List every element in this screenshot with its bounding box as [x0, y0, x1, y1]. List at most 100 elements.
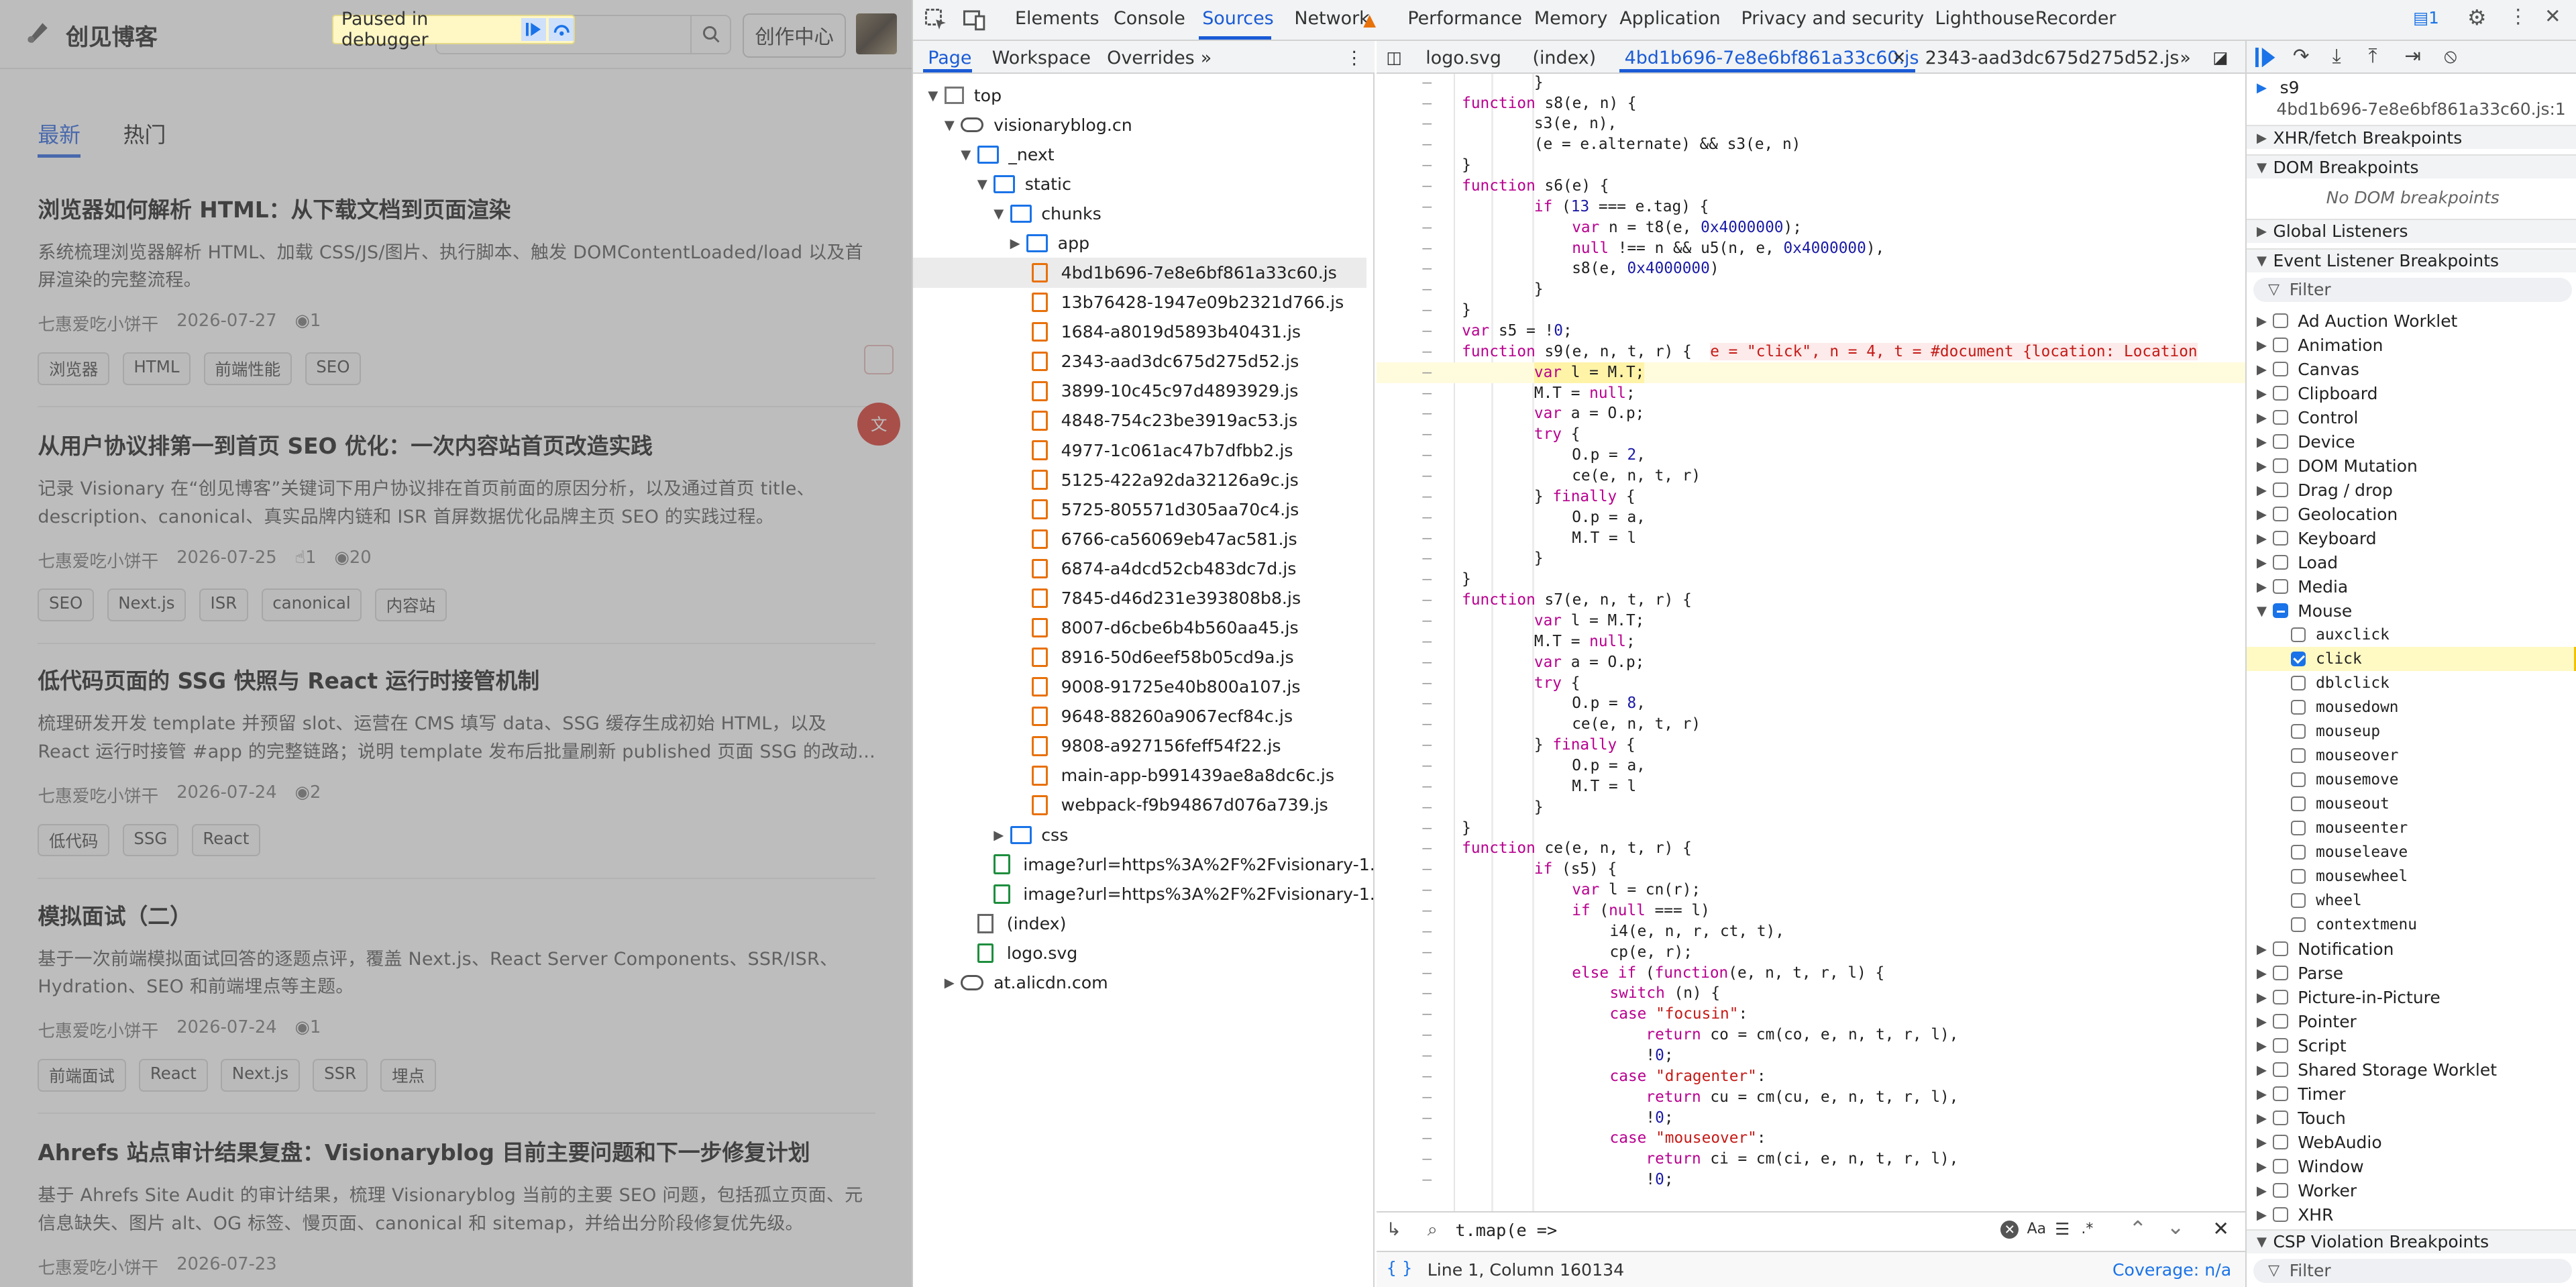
tree-item-image[interactable]: image?url=https%3A%2F%2Fvisionary-1... — [994, 879, 1373, 909]
tree-item-file[interactable]: 2343-aad3dc675d275d52.js — [1010, 347, 1299, 376]
event-breakpoint-dblclick[interactable]: dblclick — [2247, 671, 2576, 695]
category-checkbox[interactable] — [2273, 386, 2288, 401]
event-breakpoint-mousedown[interactable]: mousedown — [2247, 695, 2576, 719]
more-options-icon[interactable]: ⋮ — [2508, 5, 2528, 28]
event-category[interactable]: ▶ DOM Mutation — [2247, 454, 2576, 478]
next-match-icon[interactable]: ⌄ — [2167, 1214, 2185, 1239]
event-category[interactable]: ▶ Geolocation — [2247, 502, 2576, 526]
tree-item-next[interactable]: ▼ _next — [961, 140, 1054, 169]
step-into-icon[interactable]: ⤓ — [2332, 44, 2341, 68]
tab-recorder[interactable]: Recorder — [2035, 8, 2116, 29]
category-checkbox[interactable] — [2273, 531, 2288, 546]
category-checkbox[interactable] — [2273, 1086, 2288, 1102]
resume-icon[interactable] — [2255, 48, 2277, 68]
event-checkbox[interactable] — [2291, 676, 2306, 691]
file-tab[interactable]: (index) — [1532, 48, 1596, 68]
category-checkbox[interactable] — [2273, 941, 2288, 957]
event-category[interactable]: ▶ XHR — [2247, 1202, 2576, 1227]
event-breakpoint-mouseup[interactable]: mouseup — [2247, 719, 2576, 743]
section-event-listener-breakpoints[interactable]: ▼ Event Listener Breakpoints — [2247, 248, 2576, 272]
tab-memory[interactable]: Memory — [1534, 8, 1608, 29]
step-icon[interactable]: ⇥ — [2404, 44, 2421, 67]
event-checkbox[interactable] — [2291, 869, 2306, 884]
file-tab[interactable]: 2343-aad3dc675d275d52.js — [1925, 48, 2180, 68]
call-frame-current[interactable]: ▶ s9 — [2247, 76, 2576, 100]
call-frame-location[interactable]: 4bd1b696-7e8e6bf861a33c60.js:1 — [2247, 97, 2576, 121]
category-checkbox[interactable] — [2273, 1135, 2288, 1150]
file-tab-active[interactable]: 4bd1b696-7e8e6bf861a33c60.js — [1625, 48, 1919, 68]
csp-filter-input[interactable]: ▽ Filter — [2253, 1258, 2573, 1283]
tab-workspace[interactable]: Workspace — [992, 48, 1091, 68]
previous-match-icon[interactable]: ⌃ — [2129, 1216, 2147, 1241]
event-checkbox[interactable] — [2291, 821, 2306, 836]
tree-item-file[interactable]: 8007-d6cbe6b4b560aa45.js — [1010, 613, 1299, 642]
tree-item-file[interactable]: 3899-10c45c97d4893929.js — [1010, 376, 1298, 406]
coverage-status[interactable]: Coverage: n/a — [2112, 1260, 2231, 1280]
toggle-navigator-icon[interactable]: ◫ — [1386, 48, 1401, 67]
event-category[interactable]: ▶ Picture-in-Picture — [2247, 985, 2576, 1009]
tab-network[interactable]: Network — [1294, 8, 1369, 29]
toggle-debugger-icon[interactable]: ◪ — [2212, 48, 2228, 67]
find-input[interactable]: t.map(e => — [1455, 1221, 1557, 1240]
tree-item-file[interactable]: 9808-a927156feff54f22.js — [1010, 731, 1281, 761]
tree-item-domain[interactable]: ▼ visionaryblog.cn — [945, 110, 1132, 140]
regex-toggle[interactable]: .* — [2081, 1221, 2093, 1237]
category-checkbox[interactable] — [2273, 507, 2288, 522]
event-category[interactable]: ▶ Canvas — [2247, 357, 2576, 381]
category-checkbox[interactable] — [2273, 1207, 2288, 1223]
category-checkbox[interactable] — [2273, 966, 2288, 981]
tab-console[interactable]: Console — [1114, 8, 1185, 29]
tree-item-cdn[interactable]: ▶ at.alicdn.com — [945, 968, 1108, 997]
tab-sources[interactable]: Sources — [1202, 8, 1274, 29]
event-category[interactable]: ▶ Load — [2247, 550, 2576, 574]
category-checkbox[interactable] — [2273, 1111, 2288, 1126]
clear-search-icon[interactable]: ✕ — [2000, 1221, 2019, 1239]
event-category[interactable]: ▶ Device — [2247, 429, 2576, 454]
event-category[interactable]: ▶ Notification — [2247, 937, 2576, 961]
tree-item-file[interactable]: 6766-ca56069eb47ac581.js — [1010, 524, 1297, 554]
event-breakpoint-mouseout[interactable]: mouseout — [2247, 792, 2576, 816]
event-breakpoint-mouseleave[interactable]: mouseleave — [2247, 840, 2576, 864]
event-checkbox[interactable] — [2291, 796, 2306, 812]
event-category[interactable]: ▶ Clipboard — [2247, 381, 2576, 405]
category-checkbox[interactable] — [2273, 313, 2288, 329]
tree-item-css[interactable]: ▶ css — [994, 820, 1068, 850]
category-checkbox[interactable] — [2273, 555, 2288, 570]
step-over-icon[interactable]: ↷ — [2293, 44, 2310, 67]
tree-item-file[interactable]: 4bd1b696-7e8e6bf861a33c60.js — [913, 258, 1367, 288]
tree-item-file[interactable]: 9008-91725e40b800a107.js — [1010, 672, 1301, 702]
category-checkbox[interactable] — [2273, 338, 2288, 353]
section-csp-violation-breakpoints[interactable]: ▼ CSP Violation Breakpoints — [2247, 1229, 2576, 1253]
event-breakpoint-mousemove[interactable]: mousemove — [2247, 768, 2576, 792]
event-breakpoint-auxclick[interactable]: auxclick — [2247, 623, 2576, 647]
event-breakpoint-wheel[interactable]: wheel — [2247, 888, 2576, 913]
section-global-listeners[interactable]: ▶ Global Listeners — [2247, 218, 2576, 243]
event-breakpoint-mousewheel[interactable]: mousewheel — [2247, 864, 2576, 888]
event-checkbox[interactable] — [2291, 652, 2306, 667]
category-checkbox[interactable] — [2273, 482, 2288, 498]
tree-item-file[interactable]: 1684-a8019d5893b40431.js — [1010, 317, 1301, 347]
tab-privacy-security[interactable]: Privacy and security — [1741, 8, 1924, 29]
tree-item-file[interactable]: 8916-50d6eef58b05cd9a.js — [1010, 643, 1294, 672]
event-category[interactable]: ▶ Touch — [2247, 1106, 2576, 1130]
event-category[interactable]: ▶ Drag / drop — [2247, 478, 2576, 502]
more-tabs-icon[interactable]: » — [1201, 48, 1212, 68]
event-category[interactable]: ▶ Keyboard — [2247, 526, 2576, 550]
event-category[interactable]: ▶ Ad Auction Worklet — [2247, 309, 2576, 333]
step-out-icon[interactable]: ⤒ — [2369, 44, 2377, 68]
event-checkbox[interactable] — [2291, 724, 2306, 739]
event-category[interactable]: ▼ Mouse — [2247, 599, 2576, 623]
tab-page[interactable]: Page — [928, 48, 971, 68]
event-breakpoint-mouseover[interactable]: mouseover — [2247, 743, 2576, 768]
event-category[interactable]: ▶ Media — [2247, 574, 2576, 599]
category-checkbox[interactable] — [2273, 410, 2288, 425]
tree-item-file[interactable]: 6874-a4dcd52cb483dc7d.js — [1010, 554, 1296, 583]
tree-item-logo[interactable]: logo.svg — [977, 938, 1077, 968]
event-category[interactable]: ▶ Window — [2247, 1154, 2576, 1178]
event-breakpoint-contextmenu[interactable]: contextmenu — [2247, 913, 2576, 937]
tree-item-file[interactable]: 7845-d46d231e393808b8.js — [1010, 583, 1301, 613]
code-editor[interactable]: –} – function s8(e, n) {– s3(e, n), – (e = e.… — [1376, 74, 2246, 1211]
deactivate-breakpoints-icon[interactable]: ⦸ — [2444, 44, 2457, 68]
event-breakpoint-mouseenter[interactable]: mouseenter — [2247, 816, 2576, 840]
tree-item-index[interactable]: (index) — [977, 909, 1066, 938]
